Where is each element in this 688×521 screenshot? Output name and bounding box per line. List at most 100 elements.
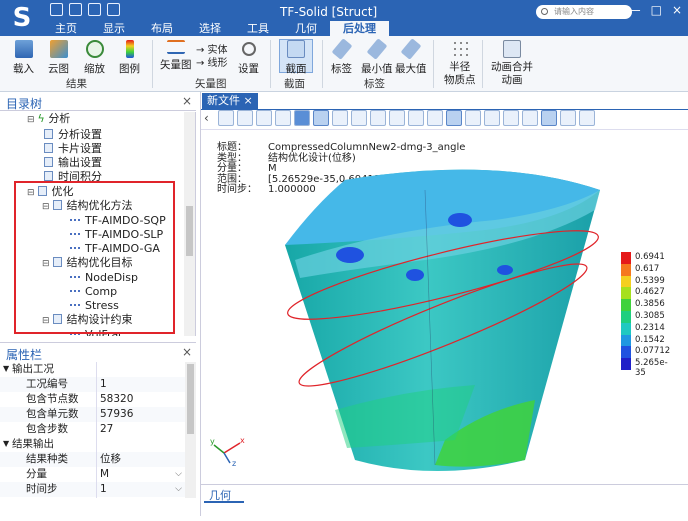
axis-x-icon[interactable] <box>237 110 253 126</box>
axis-z-label: z <box>232 459 236 467</box>
tree-node-output-settings[interactable]: 输出设置 <box>44 156 102 170</box>
props-close-button[interactable]: × <box>182 345 192 359</box>
quick-access-toolbar <box>50 3 120 16</box>
legend-value: 0.5399 <box>635 275 665 286</box>
legend-button[interactable]: 图例 <box>119 40 140 76</box>
axis-y-label: y <box>210 437 215 446</box>
tab-new-file[interactable]: 新文件 × <box>202 93 258 109</box>
low-displacement-spot <box>406 269 424 281</box>
minimize-button[interactable]: — <box>629 3 641 17</box>
axis-z-icon[interactable] <box>275 110 291 126</box>
legend-swatch <box>621 252 631 264</box>
animation-merge-button[interactable]: 动画合并 动画 <box>491 40 533 87</box>
settings-button[interactable]: 设置 <box>238 40 259 76</box>
load-button[interactable]: 载入 <box>13 40 34 76</box>
chevron-down-icon[interactable]: ⌵ <box>175 482 182 496</box>
menu-select[interactable]: 选择 <box>186 21 234 36</box>
radius-particle-button[interactable]: 半径 物质点 <box>444 40 476 87</box>
props-scrollbar-thumb[interactable] <box>187 364 194 434</box>
box-select-icon[interactable] <box>484 110 500 126</box>
window-title: TF-Solid [Struct] <box>280 5 378 19</box>
fit-view-icon[interactable] <box>218 110 234 126</box>
chevron-down-icon[interactable]: ⌵ <box>175 467 182 481</box>
group-label-label: 标签 <box>364 78 385 90</box>
zoom-button[interactable]: 缩放 <box>84 40 105 76</box>
top-view-icon[interactable] <box>389 110 405 126</box>
tab-underline <box>204 501 244 503</box>
low-displacement-spot <box>497 265 513 275</box>
group-section-label: 截面 <box>284 78 305 90</box>
menu-tools[interactable]: 工具 <box>234 21 282 36</box>
section-button[interactable]: 截面 <box>279 39 313 75</box>
tree-scrollbar-thumb[interactable] <box>186 206 193 256</box>
left-view-icon[interactable] <box>351 110 367 126</box>
close-button[interactable]: × <box>672 3 682 17</box>
help-button[interactable]: ? <box>612 3 618 17</box>
arrow-select-icon[interactable] <box>579 110 595 126</box>
contour-button[interactable]: 云图 <box>48 40 69 76</box>
shape-icon[interactable] <box>503 110 519 126</box>
bottom-view-icon[interactable] <box>408 110 424 126</box>
right-view-icon[interactable] <box>370 110 386 126</box>
column-model-view[interactable] <box>275 160 615 482</box>
vector-button[interactable]: 矢量图 <box>160 40 192 72</box>
menu-postprocess[interactable]: 后处理 <box>330 21 389 36</box>
section-icon <box>287 40 305 58</box>
front-view-icon[interactable] <box>313 110 329 126</box>
new-icon[interactable] <box>50 3 63 16</box>
legend-value: 5.265e-35 <box>635 358 668 379</box>
legend-swatch <box>621 322 631 335</box>
legend-swatch <box>621 334 631 347</box>
chevron-left-icon[interactable]: ‹ <box>204 111 209 125</box>
maximize-button[interactable]: □ <box>651 3 662 17</box>
min-value-button[interactable]: 最小值 <box>361 38 393 76</box>
copy-icon[interactable] <box>560 110 576 126</box>
low-displacement-spot <box>336 247 364 263</box>
props-section-output[interactable]: ▼ 输出工况 <box>0 362 186 377</box>
window-icon[interactable] <box>522 110 538 126</box>
tree-close-button[interactable]: × <box>182 94 192 108</box>
menu-geometry[interactable]: 几何 <box>282 21 330 36</box>
tree-scrollbar[interactable] <box>184 112 195 336</box>
legend-swatch <box>621 346 631 359</box>
prop-row-timestep[interactable]: 时间步 1 ⌵ <box>0 482 186 497</box>
tree-node-analysis-settings[interactable]: 分析设置 <box>44 128 102 142</box>
tag-icon <box>400 38 422 60</box>
menu-layout[interactable]: 布局 <box>138 21 186 36</box>
axis-y-icon[interactable] <box>256 110 272 126</box>
open-icon[interactable] <box>69 3 82 16</box>
search-icon <box>541 8 548 15</box>
doc-icon <box>44 143 53 153</box>
legend-value: 0.6941 <box>635 252 665 262</box>
props-section-result[interactable]: ▼ 结果输出 <box>0 437 186 452</box>
section-view-icon[interactable] <box>427 110 443 126</box>
back-view-icon[interactable] <box>332 110 348 126</box>
overlap-icon[interactable] <box>541 110 557 126</box>
select-icon[interactable] <box>465 110 481 126</box>
divider <box>200 92 201 516</box>
legend-value: 0.07712 <box>635 346 671 357</box>
max-value-button[interactable]: 最大值 <box>395 38 427 76</box>
menu-home[interactable]: 主页 <box>42 21 90 36</box>
label-button[interactable]: 标签 <box>331 38 352 76</box>
line-option[interactable]: → 线形 <box>196 54 228 69</box>
menu-display[interactable]: 显示 <box>90 21 138 36</box>
ribbon-separator <box>482 40 483 88</box>
save-icon[interactable] <box>88 3 101 16</box>
save-as-icon[interactable] <box>107 3 120 16</box>
pick-icon[interactable] <box>446 110 462 126</box>
legend-value: 0.2314 <box>635 322 665 333</box>
title-bar: S TF-Solid [Struct] 请输入内容 ? — □ × 主页 显示 … <box>0 0 688 36</box>
doc-icon <box>44 171 53 181</box>
iso-view-icon[interactable] <box>294 110 310 126</box>
props-scrollbar[interactable] <box>185 362 196 498</box>
prop-row-component[interactable]: 分量 M ⌵ <box>0 467 186 482</box>
contour-icon <box>49 40 68 58</box>
doc-icon <box>44 129 53 139</box>
tree-node-analysis[interactable]: ⊟ ϟ 分析 <box>27 112 70 126</box>
ribbon: 载入 云图 缩放 图例 结果 矢量图 → 实体 → 线形 设置 矢量图 截面 截… <box>0 36 688 92</box>
tree-node-card-settings[interactable]: 卡片设置 <box>44 142 102 156</box>
divider <box>0 110 196 111</box>
ribbon-separator <box>433 40 434 88</box>
legend-swatch <box>621 311 631 323</box>
